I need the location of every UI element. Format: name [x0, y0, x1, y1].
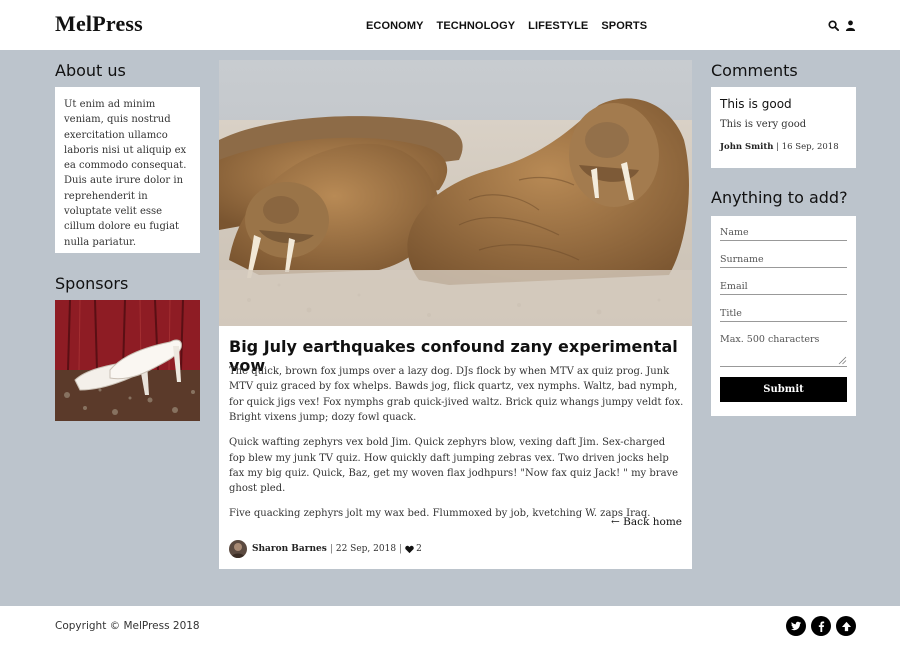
nav-sports[interactable]: SPORTS: [601, 20, 647, 32]
about-text: Ut enim ad minim veniam, quis nostrud ex…: [64, 99, 187, 248]
name-input[interactable]: [720, 224, 847, 241]
facebook-button[interactable]: [811, 616, 831, 636]
arrow-up-icon: [841, 621, 851, 631]
comment-author[interactable]: John Smith: [720, 142, 773, 152]
user-icon[interactable]: [845, 20, 856, 31]
article-byline: Sharon Barnes | 22 Sep, 2018 | 2: [229, 540, 422, 558]
author-name[interactable]: Sharon Barnes: [252, 544, 327, 554]
article-date: 22 Sep, 2018: [335, 544, 397, 554]
header-icons: [828, 20, 856, 31]
site-header: MelPress ECONOMY TECHNOLOGY LIFESTYLE SP…: [0, 0, 900, 50]
email-input[interactable]: [720, 278, 847, 295]
facebook-icon: [818, 620, 824, 632]
main-nav: ECONOMY TECHNOLOGY LIFESTYLE SPORTS: [366, 20, 647, 32]
article-paragraph: Quick wafting zephyrs vex bold Jim. Quic…: [229, 437, 679, 495]
title-input[interactable]: [720, 305, 847, 322]
comment-text: This is very good: [720, 119, 807, 130]
social-links: [786, 616, 856, 636]
surname-input[interactable]: [720, 251, 847, 268]
back-to-top-button[interactable]: [836, 616, 856, 636]
byline-separator: |: [329, 544, 333, 554]
search-icon[interactable]: [828, 20, 839, 31]
author-avatar[interactable]: [229, 540, 247, 558]
nav-economy[interactable]: ECONOMY: [366, 20, 424, 32]
submit-button[interactable]: Submit: [720, 377, 847, 402]
about-box: Ut enim ad minim veniam, quis nostrud ex…: [55, 87, 200, 253]
comment-date: 16 Sep, 2018: [781, 142, 839, 152]
twitter-icon: [790, 621, 801, 630]
site-footer: Copyright © MelPress 2018: [0, 606, 900, 646]
byline-separator: |: [399, 544, 403, 554]
sponsor-image[interactable]: [55, 300, 200, 421]
site-logo[interactable]: MelPress: [55, 11, 143, 37]
resize-grip-icon[interactable]: [838, 356, 847, 365]
comment-form: Submit: [711, 216, 856, 416]
comment-card: This is good This is very good John Smit…: [711, 87, 856, 168]
article-card: Big July earthquakes confound zany exper…: [219, 60, 692, 569]
comments-title: Comments: [711, 61, 798, 80]
nav-technology[interactable]: TECHNOLOGY: [437, 20, 516, 32]
article-paragraph: The quick, brown fox jumps over a lazy d…: [229, 366, 684, 424]
heart-icon[interactable]: [405, 545, 414, 554]
article-body: The quick, brown fox jumps over a lazy d…: [229, 364, 684, 531]
article-image: [219, 60, 692, 326]
about-title: About us: [55, 61, 126, 80]
comment-meta: John Smith | 16 Sep, 2018: [720, 142, 847, 152]
copyright-text: Copyright © MelPress 2018: [55, 620, 200, 632]
form-title: Anything to add?: [711, 188, 848, 207]
nav-lifestyle[interactable]: LIFESTYLE: [528, 20, 588, 32]
message-textarea[interactable]: [720, 334, 847, 367]
comment-title: This is good: [720, 97, 792, 111]
twitter-button[interactable]: [786, 616, 806, 636]
like-count: 2: [416, 544, 422, 554]
back-home-link[interactable]: ← Back home: [611, 516, 682, 528]
sponsors-title: Sponsors: [55, 274, 129, 293]
